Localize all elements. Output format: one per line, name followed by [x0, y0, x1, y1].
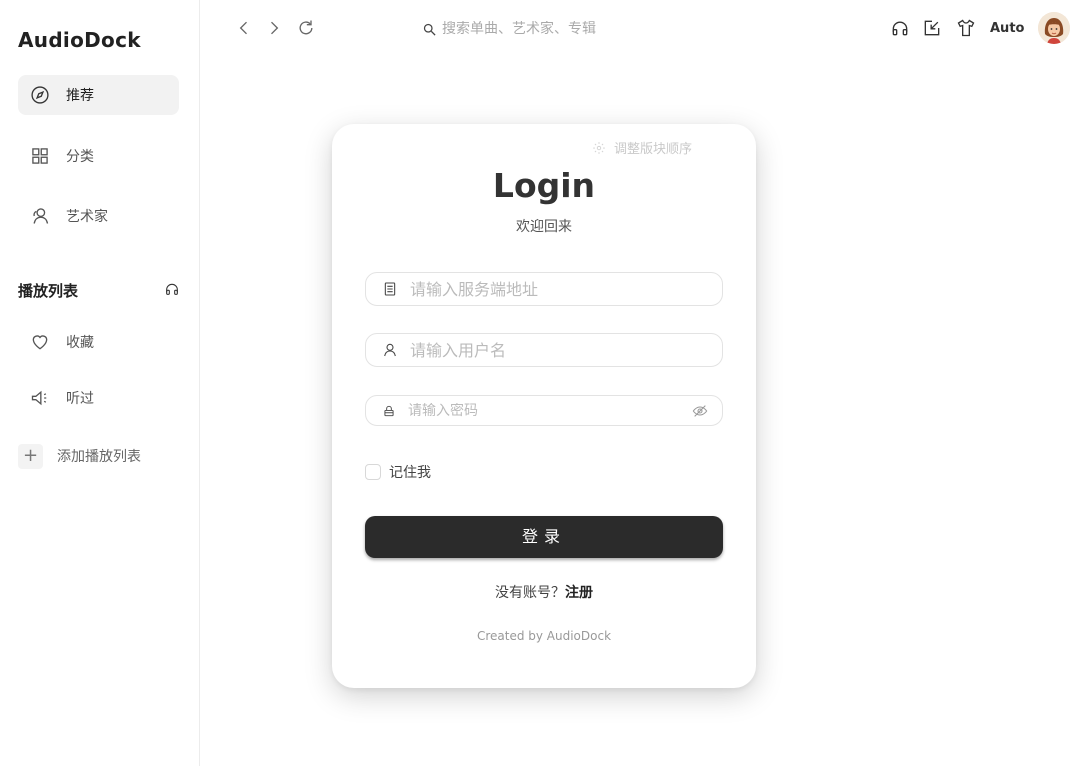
remember-me-label: 记住我 — [389, 465, 431, 481]
plus-icon: + — [18, 443, 43, 469]
headphones-icon[interactable] — [164, 281, 180, 301]
server-icon — [384, 282, 396, 296]
lock-icon — [384, 405, 394, 416]
server-address-input[interactable] — [410, 279, 690, 299]
sidebar-item-artist[interactable]: 艺术家 — [18, 196, 179, 236]
headphones-icon — [892, 21, 908, 36]
sidebar-item-label: 听过 — [66, 391, 94, 407]
mini-player-button[interactable] — [922, 18, 942, 38]
add-playlist-label: 添加播放列表 — [57, 449, 141, 465]
grid-icon — [30, 146, 50, 166]
page-title: Login — [492, 166, 596, 205]
playlist-section-header: 播放列表 — [18, 280, 180, 301]
password-field[interactable] — [365, 395, 723, 426]
avatar[interactable] — [1038, 12, 1070, 44]
theme-mode-toggle[interactable]: Auto — [990, 21, 1024, 36]
user-icon — [384, 343, 396, 357]
chevron-left-icon — [239, 21, 247, 35]
refresh-button[interactable] — [296, 18, 316, 38]
topbar: Auto — [200, 0, 1080, 58]
search-icon — [423, 23, 436, 36]
sidebar-item-label: 收藏 — [66, 335, 94, 351]
adjust-order-button[interactable]: 调整版块顺序 — [592, 138, 692, 157]
add-playlist-button[interactable]: + 添加播放列表 — [18, 443, 141, 469]
app-window: AudioDock 推荐 分类 艺术家 播放列表 收藏 听过 + 添加播放列表 … — [0, 0, 1080, 766]
sidebar-item-category[interactable]: 分类 — [18, 136, 179, 176]
register-link[interactable]: 注册 — [565, 585, 593, 601]
adjust-order-label: 调整版块顺序 — [614, 142, 693, 157]
forward-button[interactable] — [264, 18, 284, 38]
sidebar-item-recommend[interactable]: 推荐 — [18, 75, 179, 115]
sidebar-item-label: 分类 — [66, 149, 94, 165]
search-input[interactable] — [442, 21, 642, 37]
user-avatar-icon — [1038, 12, 1070, 44]
headphones-button[interactable] — [890, 18, 910, 38]
heart-icon — [30, 332, 50, 352]
sidebar-item-favorites[interactable]: 收藏 — [18, 322, 179, 362]
username-input[interactable] — [410, 340, 690, 360]
no-account-text: 没有账号？ — [495, 585, 565, 601]
theme-skin-button[interactable] — [956, 18, 976, 38]
window-arrow-icon — [924, 20, 940, 36]
compass-icon — [30, 85, 50, 105]
tshirt-icon — [957, 19, 975, 37]
sidebar-item-label: 推荐 — [66, 88, 94, 104]
welcome-subtitle: 欢迎回来 — [516, 219, 572, 235]
brand-logo-text: AudioDock — [18, 28, 141, 52]
server-address-field[interactable] — [365, 272, 723, 306]
sidebar-item-label: 艺术家 — [66, 209, 108, 225]
footer-credit: Created by AudioDock — [476, 629, 612, 643]
register-prompt: 没有账号？注册 — [332, 582, 756, 602]
checkbox-box[interactable] — [365, 464, 381, 480]
sidebar: AudioDock 推荐 分类 艺术家 播放列表 收藏 听过 + 添加播放列表 — [0, 0, 200, 766]
password-input[interactable] — [408, 402, 688, 419]
artist-icon — [30, 206, 50, 226]
speaker-icon — [30, 388, 50, 408]
playlist-section-title: 播放列表 — [18, 282, 79, 300]
gear-icon — [593, 141, 605, 154]
username-field[interactable] — [365, 333, 723, 367]
eye-off-icon[interactable] — [692, 403, 708, 419]
login-card: 调整版块顺序 Login 欢迎回来 记住我 登录 没有账号？注册 Crea — [332, 124, 756, 688]
sidebar-item-history[interactable]: 听过 — [18, 378, 179, 418]
back-button[interactable] — [234, 18, 254, 38]
search-bar[interactable] — [422, 17, 662, 41]
remember-me-checkbox[interactable]: 记住我 — [365, 462, 431, 482]
login-button[interactable]: 登录 — [365, 516, 723, 558]
refresh-icon — [299, 20, 313, 35]
chevron-right-icon — [271, 21, 279, 35]
